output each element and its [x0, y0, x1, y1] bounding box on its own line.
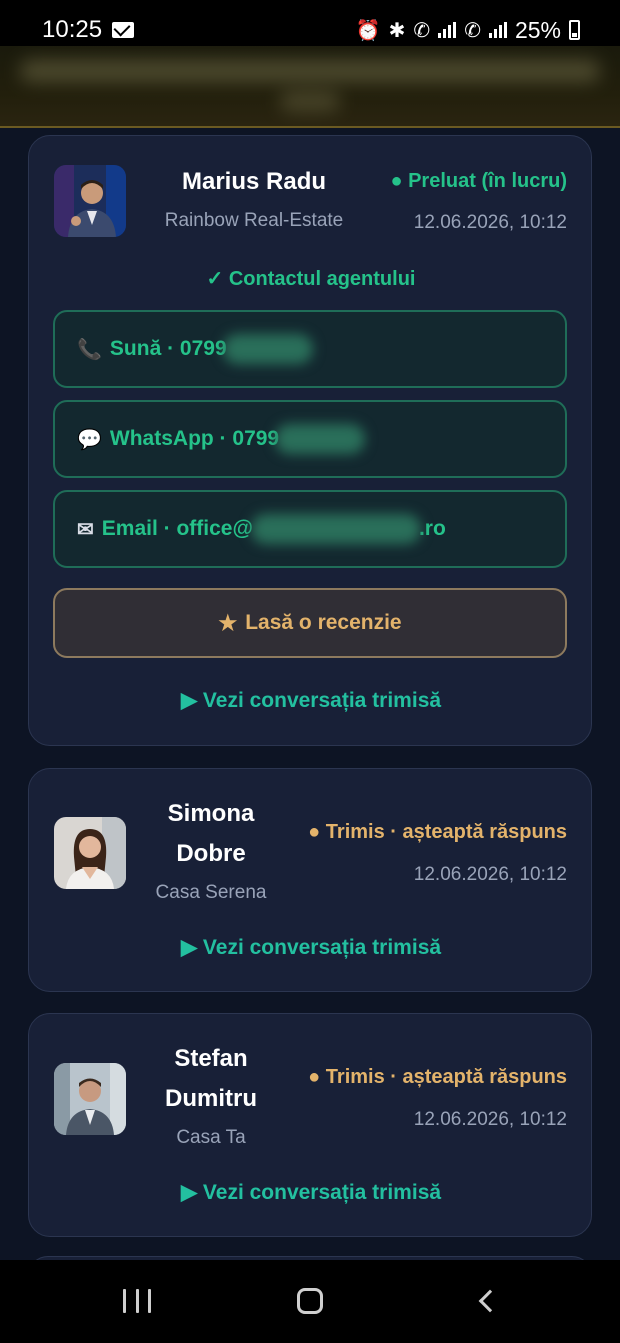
avatar	[54, 817, 126, 889]
whatsapp-label: WhatsApp · 0799	[109, 427, 280, 450]
home-icon[interactable]	[297, 1288, 323, 1314]
review-label: Lasă o recenzie	[245, 611, 402, 634]
back-icon[interactable]	[478, 1289, 502, 1313]
sent-datetime: 12.06.2026, 10:12	[413, 212, 567, 233]
bluetooth-icon: ✱	[388, 19, 406, 42]
whatsapp-button[interactable]: 💬 WhatsApp · 0799	[53, 400, 567, 478]
call-label: Sună · 0799	[109, 337, 227, 360]
chat-icon: 💬	[77, 428, 102, 451]
avatar	[54, 165, 126, 237]
redacted-email	[250, 514, 421, 544]
agent-name-last: Dobre	[176, 840, 246, 867]
agent-name-first: Stefan	[174, 1045, 248, 1072]
battery-icon	[569, 20, 580, 40]
recent-apps-icon[interactable]	[123, 1289, 151, 1313]
agent-name-last: Dumitru	[165, 1085, 257, 1112]
navigation-bar	[0, 1260, 620, 1343]
avatar	[54, 1063, 126, 1135]
view-conversation-link[interactable]: ▶ Vezi conversația trimisă	[29, 688, 593, 713]
status-badge: ● Preluat (în lucru)	[390, 170, 567, 192]
contact-heading: ✓ Contactul agentului	[206, 268, 416, 290]
redacted-banner[interactable]	[0, 46, 620, 128]
redacted-phone	[222, 334, 313, 364]
signal-icon	[488, 22, 507, 38]
agent-card: Marius Radu Rainbow Real-Estate ● Prelua…	[28, 135, 592, 746]
sent-datetime: 12.06.2026, 10:12	[413, 864, 567, 885]
view-conversation-link[interactable]: ▶ Vezi conversația trimisă	[29, 1180, 593, 1205]
phone-icon: 📞	[77, 338, 102, 361]
volte-icon: ✆	[413, 19, 431, 42]
battery-percent: 25%	[514, 16, 561, 43]
agent-card: Stefan Dumitru Casa Ta ● Trimis · așteap…	[28, 1013, 592, 1237]
status-badge: ● Trimis · așteaptă răspuns	[308, 821, 567, 843]
agent-agency: Rainbow Real-Estate	[164, 210, 344, 231]
agent-card: Simona Dobre Casa Serena ● Trimis · aște…	[28, 768, 592, 992]
agent-name: Marius Radu	[181, 168, 327, 195]
agent-agency: Casa Serena	[155, 882, 267, 903]
email-label: Email · office@	[101, 517, 253, 540]
email-suffix: .ro	[418, 517, 446, 540]
volte-icon: ✆	[464, 19, 481, 42]
mail-icon	[112, 22, 135, 38]
redacted-phone	[275, 424, 366, 454]
agent-name-first: Simona	[167, 800, 255, 827]
alarm-icon: ⏰	[355, 19, 381, 42]
leave-review-button[interactable]: ★ Lasă o recenzie	[53, 588, 567, 658]
sent-datetime: 12.06.2026, 10:12	[413, 1109, 567, 1130]
star-icon: ★	[218, 611, 238, 635]
email-button[interactable]: ✉ Email · office@ .ro	[53, 490, 567, 568]
status-badge: ● Trimis · așteaptă răspuns	[308, 1066, 567, 1088]
view-conversation-link[interactable]: ▶ Vezi conversația trimisă	[29, 935, 593, 960]
signal-icon	[438, 22, 457, 38]
call-button[interactable]: 📞 Sună · 0799	[53, 310, 567, 388]
status-time: 10:25	[42, 16, 103, 43]
agent-agency: Casa Ta	[176, 1127, 246, 1148]
envelope-icon: ✉	[77, 518, 94, 541]
